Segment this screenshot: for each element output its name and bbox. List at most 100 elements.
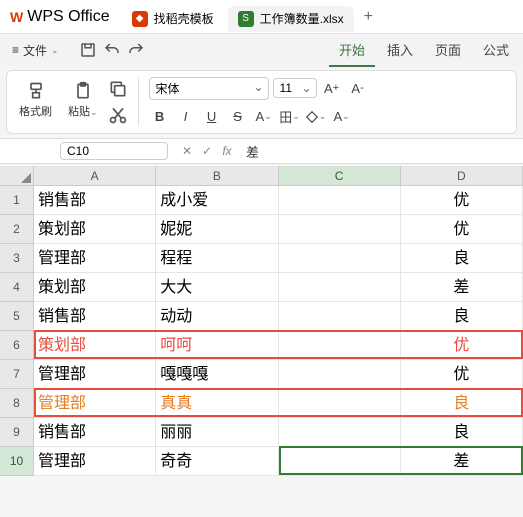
copy-icon[interactable] — [108, 79, 128, 99]
col-header-d[interactable]: D — [401, 166, 523, 185]
cell[interactable]: 优 — [401, 215, 523, 244]
paste-button[interactable]: 粘贴⌄ — [62, 79, 104, 125]
cell[interactable]: 销售部 — [34, 418, 156, 447]
cell[interactable] — [279, 302, 401, 331]
cell[interactable] — [279, 273, 401, 302]
cell[interactable]: 丽丽 — [156, 418, 278, 447]
cell[interactable]: 优 — [401, 186, 523, 215]
table-row: 5销售部动动 良 — [0, 302, 523, 331]
strike-button[interactable]: S — [227, 106, 249, 128]
highlight-button[interactable]: A⌄ — [331, 106, 353, 128]
row-header[interactable]: 3 — [0, 244, 34, 273]
cell[interactable]: 策划部 — [34, 215, 156, 244]
cell[interactable]: 管理部 — [34, 389, 156, 418]
ribbon-tab-formula[interactable]: 公式 — [473, 34, 519, 67]
fill-color-button[interactable]: ⌄ — [305, 106, 327, 128]
cell[interactable]: 销售部 — [34, 302, 156, 331]
cell[interactable]: 良 — [401, 302, 523, 331]
cell[interactable]: 动动 — [156, 302, 278, 331]
ribbon-separator — [138, 78, 139, 126]
font-size-select[interactable]: 11 — [273, 78, 317, 98]
underline-button[interactable]: U — [201, 106, 223, 128]
name-box[interactable] — [60, 142, 168, 160]
row-header[interactable]: 4 — [0, 273, 34, 302]
cell[interactable] — [279, 418, 401, 447]
cell[interactable] — [279, 186, 401, 215]
cell[interactable] — [279, 447, 401, 476]
col-header-a[interactable]: A — [34, 166, 156, 185]
row-header[interactable]: 2 — [0, 215, 34, 244]
cell[interactable] — [279, 244, 401, 273]
format-painter-button[interactable]: 格式刷 — [13, 79, 58, 125]
row-header[interactable]: 5 — [0, 302, 34, 331]
decrease-font-icon[interactable]: A- — [347, 77, 369, 99]
cell[interactable]: 良 — [401, 389, 523, 418]
cell[interactable]: 呵呵 — [156, 331, 278, 360]
row-header[interactable]: 1 — [0, 186, 34, 215]
menu-bar: ≡ 文件 ⌄ 开始 插入 页面 公式 — [0, 34, 523, 66]
undo-icon[interactable] — [103, 41, 121, 59]
font-name-select[interactable]: 宋体 — [149, 77, 269, 100]
border-button[interactable]: 田⌄ — [279, 106, 301, 128]
select-all-corner[interactable] — [0, 166, 34, 185]
increase-font-icon[interactable]: A+ — [321, 77, 343, 99]
column-headers: A B C D — [0, 166, 523, 186]
cell[interactable]: 差 — [401, 273, 523, 302]
cut-icon[interactable] — [108, 105, 128, 125]
title-bar: W WPS Office ◆ 找稻壳模板 S 工作簿数量.xlsx + — [0, 0, 523, 34]
table-row: 9销售部丽丽 良 — [0, 418, 523, 447]
row-header[interactable]: 8 — [0, 389, 34, 418]
cell[interactable]: 真真 — [156, 389, 278, 418]
spreadsheet-grid[interactable]: A B C D 1销售部成小爱优2策划部妮妮优3管理部程程良4策划部大大差5销售… — [0, 166, 523, 476]
cell[interactable]: 管理部 — [34, 360, 156, 389]
row-header[interactable]: 10 — [0, 447, 34, 476]
cell[interactable]: 管理部 — [34, 447, 156, 476]
cell[interactable] — [279, 331, 401, 360]
row-header[interactable]: 9 — [0, 418, 34, 447]
fx-icon[interactable]: fx — [218, 144, 236, 158]
tab-template[interactable]: ◆ 找稻壳模板 — [122, 6, 224, 32]
cell[interactable]: 嘎嘎嘎 — [156, 360, 278, 389]
cell[interactable]: 策划部 — [34, 331, 156, 360]
cell[interactable] — [279, 215, 401, 244]
cell[interactable]: 良 — [401, 418, 523, 447]
ribbon-tab-page[interactable]: 页面 — [425, 34, 471, 67]
cell[interactable]: 优 — [401, 331, 523, 360]
cell[interactable]: 优 — [401, 360, 523, 389]
bold-button[interactable]: B — [149, 106, 171, 128]
cell[interactable]: 大大 — [156, 273, 278, 302]
italic-button[interactable]: I — [175, 106, 197, 128]
cell[interactable] — [279, 360, 401, 389]
paste-icon — [73, 81, 93, 101]
cell[interactable]: 妮妮 — [156, 215, 278, 244]
save-icon[interactable] — [79, 41, 97, 59]
cell[interactable]: 策划部 — [34, 273, 156, 302]
cell[interactable] — [279, 389, 401, 418]
row-header[interactable]: 6 — [0, 331, 34, 360]
table-row: 2策划部妮妮 优 — [0, 215, 523, 244]
tab-label: 工作簿数量.xlsx — [260, 10, 344, 27]
redo-icon[interactable] — [127, 41, 145, 59]
cell[interactable]: 差 — [401, 447, 523, 476]
ribbon-tab-insert[interactable]: 插入 — [377, 34, 423, 67]
cell[interactable]: 良 — [401, 244, 523, 273]
formula-content[interactable]: 差 — [242, 142, 259, 161]
tab-workbook[interactable]: S 工作簿数量.xlsx — [228, 6, 354, 32]
file-menu-button[interactable]: ≡ 文件 ⌄ — [4, 38, 67, 63]
cell[interactable]: 管理部 — [34, 244, 156, 273]
col-header-b[interactable]: B — [156, 166, 278, 185]
cell[interactable]: 程程 — [156, 244, 278, 273]
font-color-button[interactable]: A⌄ — [253, 106, 275, 128]
quick-access-toolbar — [71, 41, 153, 59]
ribbon-tab-start[interactable]: 开始 — [329, 34, 375, 67]
new-tab-button[interactable]: + — [356, 8, 381, 26]
col-header-c[interactable]: C — [279, 166, 401, 185]
table-row: 3管理部程程 良 — [0, 244, 523, 273]
cancel-formula-icon[interactable]: ✕ — [178, 144, 196, 158]
accept-formula-icon[interactable]: ✓ — [198, 144, 216, 158]
cell[interactable]: 销售部 — [34, 186, 156, 215]
cell[interactable]: 奇奇 — [156, 447, 278, 476]
row-header[interactable]: 7 — [0, 360, 34, 389]
table-row: 4策划部大大 差 — [0, 273, 523, 302]
cell[interactable]: 成小爱 — [156, 186, 278, 215]
